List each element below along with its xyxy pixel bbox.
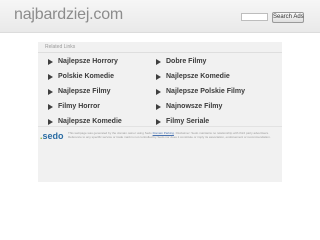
sedo-logo-text: sedo (42, 131, 64, 141)
header-bar: najbardziej.com Search Ads (0, 0, 320, 33)
link-arrow-icon (48, 119, 53, 125)
related-links-divider (38, 52, 282, 53)
link-arrow-icon (156, 74, 161, 80)
link-arrow-icon (48, 104, 53, 110)
search-input[interactable] (241, 13, 268, 21)
parked-domain-page: najbardziej.com Search Ads Related Links… (0, 0, 320, 240)
related-link-label[interactable]: Dobre Filmy (166, 57, 206, 67)
related-link-label[interactable]: Najlepsze Komedie (166, 72, 230, 82)
link-arrow-icon (156, 59, 161, 65)
link-arrow-icon (48, 74, 53, 80)
search-ads-button[interactable]: Search Ads (272, 12, 304, 23)
related-link-label[interactable]: Najnowsze Filmy (166, 102, 222, 112)
related-link-label[interactable]: Najlepsze Horrory (58, 57, 118, 67)
related-link-label[interactable]: Najlepsze Polskie Filmy (166, 87, 245, 97)
link-arrow-icon (156, 89, 161, 95)
footer-divider (38, 126, 282, 127)
related-link-label[interactable]: Polskie Komedie (58, 72, 114, 82)
link-arrow-icon (156, 119, 161, 125)
related-links-heading: Related Links (45, 44, 76, 50)
disclaimer-text: This webpage was generated by the domain… (68, 131, 282, 139)
related-link-label[interactable]: Najlepsze Filmy (58, 87, 111, 97)
related-links-panel: Related Links Najlepsze Horrory Dobre Fi… (38, 42, 282, 182)
link-arrow-icon (48, 59, 53, 65)
domain-title: najbardziej.com (14, 6, 124, 23)
sedo-logo: .sedo (40, 131, 64, 143)
related-link-label[interactable]: Filmy Horror (58, 102, 100, 112)
link-arrow-icon (156, 104, 161, 110)
link-arrow-icon (48, 89, 53, 95)
